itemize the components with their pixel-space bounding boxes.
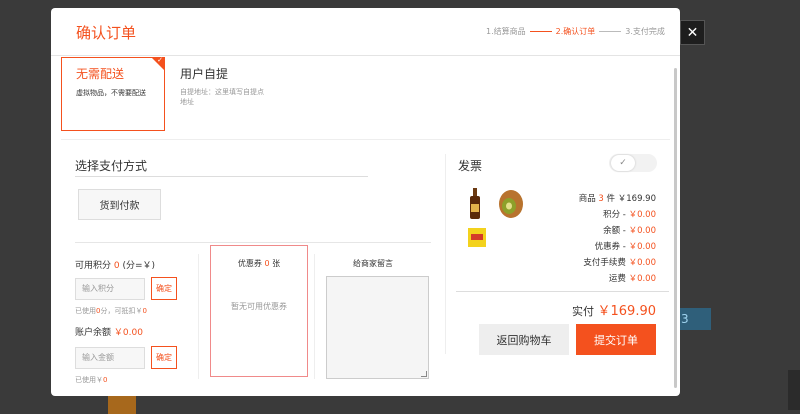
- order-confirm-modal: 确认订单 1.结算商品 2.确认订单 3.支付完成 ✓ 无需配送 虚拟物品，不需…: [51, 8, 680, 396]
- delivery-option-desc: 虚拟物品，不需要配送: [76, 89, 146, 97]
- coupon-title: 优惠券 0 张: [211, 258, 307, 269]
- summary-points-label: 积分 -: [603, 210, 629, 220]
- divider: [314, 254, 315, 379]
- points-used-note: 已使用0分，可抵扣￥0: [75, 306, 147, 316]
- summary-balance-label: 余额 -: [603, 226, 629, 236]
- resize-grip-icon[interactable]: [421, 371, 427, 377]
- total-amount: ￥169.90: [597, 304, 657, 319]
- submit-order-button[interactable]: 提交订单: [576, 324, 656, 355]
- divider: [445, 154, 446, 354]
- scrollbar[interactable]: [674, 68, 677, 388]
- points-note-text: 已使用: [75, 307, 96, 315]
- progress-steps: 1.结算商品 2.确认订单 3.支付完成: [486, 26, 665, 37]
- coupon-panel[interactable]: 优惠券 0 张 暂无可用优惠券: [210, 245, 308, 377]
- summary-shipping-row: 运费 ￥0.00: [609, 272, 656, 284]
- summary-items-count: 3: [598, 194, 604, 204]
- coupon-count: 0: [264, 259, 270, 268]
- points-label-text: 可用积分: [75, 261, 112, 271]
- delivery-option-none[interactable]: ✓ 无需配送 虚拟物品，不需要配送: [61, 56, 165, 131]
- product-thumb-bottle: [470, 188, 480, 219]
- points-note-text: 分，可抵扣￥: [100, 307, 143, 315]
- points-ratio: (分=￥): [122, 261, 156, 271]
- summary-shipping-amount: ￥0.00: [628, 274, 656, 284]
- balance-used-note: 已使用￥0: [75, 375, 107, 385]
- summary-items-amount: ￥169.90: [617, 194, 656, 204]
- step-connector: [529, 31, 552, 32]
- back-to-cart-button[interactable]: 返回购物车: [479, 324, 569, 355]
- balance-confirm-button[interactable]: 确定: [151, 346, 177, 369]
- points-available: 0: [113, 261, 120, 271]
- background-tag: [108, 396, 136, 414]
- background-badge: 3: [675, 308, 711, 330]
- close-button[interactable]: ✕: [680, 20, 705, 45]
- summary-balance-amount: ￥0.00: [628, 226, 656, 236]
- summary-balance-row: 余额 - ￥0.00: [603, 224, 656, 236]
- points-deduct: 0: [142, 307, 147, 315]
- invoice-label: 发票: [458, 159, 483, 173]
- close-icon: ✕: [686, 24, 699, 41]
- summary-fee-row: 支付手续费 ￥0.00: [583, 256, 656, 268]
- points-input[interactable]: 输入积分: [75, 278, 145, 300]
- delivery-option-title: 无需配送: [76, 67, 125, 81]
- balance-label-text: 账户余额: [75, 328, 112, 338]
- product-thumb-kiwi: [499, 190, 523, 218]
- balance-input[interactable]: 输入金额: [75, 347, 145, 369]
- step-2: 2.确认订单: [555, 27, 596, 36]
- coupon-empty-text: 暂无可用优惠券: [231, 302, 287, 311]
- balance-label: 账户余额 ￥0.00: [75, 325, 143, 338]
- summary-items-unit: 件: [606, 194, 616, 204]
- divider: [198, 254, 199, 379]
- summary-points-amount: ￥0.00: [628, 210, 656, 220]
- summary-fee-label: 支付手续费: [583, 258, 626, 268]
- modal-header: 确认订单 1.结算商品 2.确认订单 3.支付完成: [51, 8, 680, 56]
- summary-points-row: 积分 - ￥0.00: [603, 208, 656, 220]
- payment-option-cod[interactable]: 货到付款: [78, 189, 161, 220]
- summary-total: 实付 ￥169.90: [572, 300, 656, 319]
- summary-coupon-amount: ￥0.00: [628, 242, 656, 252]
- summary-shipping-label: 运费: [608, 274, 626, 284]
- summary-fee-amount: ￥0.00: [628, 258, 656, 268]
- coupon-title-unit: 张: [272, 259, 281, 268]
- check-icon: ✓: [157, 56, 163, 64]
- summary-coupon-label: 优惠券 -: [594, 242, 629, 252]
- total-label: 实付: [572, 305, 594, 318]
- message-title: 给商家留言: [353, 259, 393, 268]
- summary-items-label: 商品: [578, 194, 596, 204]
- step-1: 1.结算商品: [486, 27, 526, 36]
- delivery-option-pickup[interactable]: 用户自提: [180, 65, 228, 82]
- summary-items-row: 商品 3 件 ￥169.90: [579, 192, 656, 204]
- message-textarea[interactable]: [326, 276, 429, 379]
- divider: [75, 242, 431, 243]
- pickup-address: 自提地址：这里填写自提点地址: [180, 88, 264, 106]
- summary-coupon-row: 优惠券 - ￥0.00: [595, 240, 656, 252]
- modal-title: 确认订单: [76, 24, 137, 42]
- invoice-toggle[interactable]: ✓: [609, 154, 657, 172]
- divider: [456, 291, 669, 292]
- payment-section-title: 选择支付方式: [75, 159, 148, 173]
- step-3: 3.支付完成: [625, 27, 665, 36]
- divider: [75, 176, 368, 177]
- coupon-title-text: 优惠券: [237, 259, 262, 268]
- balance-note-text: 已使用￥: [75, 376, 103, 384]
- toggle-check-icon: ✓: [611, 155, 635, 171]
- product-thumb-snack: [468, 228, 486, 247]
- balance-amount: ￥0.00: [113, 328, 143, 338]
- points-confirm-button[interactable]: 确定: [151, 277, 177, 300]
- divider: [61, 139, 670, 140]
- background-sidebar: [788, 370, 800, 410]
- points-label: 可用积分 0 (分=￥): [75, 258, 155, 271]
- step-connector: [599, 31, 622, 32]
- badge-count: 3: [681, 312, 689, 326]
- balance-used: 0: [103, 376, 108, 384]
